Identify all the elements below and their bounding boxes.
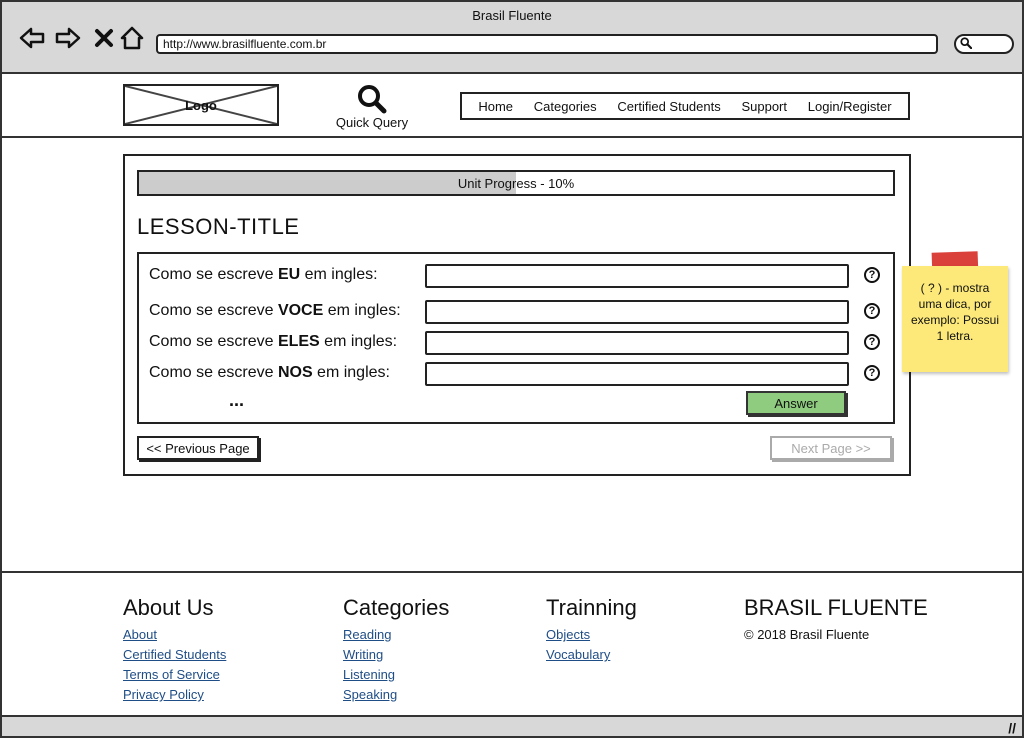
footer-brand-column: BRASIL FLUENTE © 2018 Brasil Fluente [744,595,928,642]
footer-heading-categories: Categories [343,595,450,620]
footer-heading-training: Trainning [546,595,637,620]
progress-label: Unit Progress - 10% [457,175,575,191]
help-icon[interactable]: ? [864,334,880,350]
search-icon [358,85,387,114]
logo-placeholder[interactable]: Logo [123,84,279,126]
main-menu: Home Categories Certified Students Suppo… [460,92,910,120]
answer-input-eu[interactable] [425,264,849,288]
menu-item-home[interactable]: Home [478,99,513,114]
help-icon[interactable]: ? [864,365,880,381]
lesson-panel: Unit Progress - 10% LESSON-TITLE Como se… [123,154,911,476]
footer-link-terms[interactable]: Terms of Service [123,667,226,682]
answer-input-voce[interactable] [425,300,849,324]
question-label: Como se escreve EU em ingles: [149,266,378,283]
footer-about-column: About Us About Certified Students Terms … [123,595,226,707]
sticky-note: ( ? ) - mostra uma dica, por exemplo: Po… [902,266,1008,372]
arrow-left-icon[interactable] [18,24,46,52]
answer-input-nos[interactable] [425,362,849,386]
footer-link-reading[interactable]: Reading [343,627,449,642]
footer-link-listening[interactable]: Listening [343,667,449,682]
answer-button[interactable]: Answer [746,391,846,415]
browser-window: Brasil Fluente http://www.brasilfluente.… [0,0,1024,738]
footer-link-objects[interactable]: Objects [546,627,637,642]
question-row: Como se escreve VOCE em ingles: ? [139,300,893,328]
help-icon[interactable]: ? [864,303,880,319]
menu-item-categories[interactable]: Categories [534,99,597,114]
footer-link-vocabulary[interactable]: Vocabulary [546,647,637,662]
footer-link-writing[interactable]: Writing [343,647,449,662]
footer-link-speaking[interactable]: Speaking [343,687,449,702]
menu-item-support[interactable]: Support [741,99,787,114]
lesson-title: LESSON-TITLE [137,214,300,239]
footer-categories-column: Categories Reading Writing Listening Spe… [343,595,449,707]
copyright-text: © 2018 Brasil Fluente [744,627,870,642]
browser-chrome: Brasil Fluente http://www.brasilfluente.… [2,2,1022,74]
browser-search-box[interactable] [954,34,1014,54]
url-bar[interactable]: http://www.brasilfluente.com.br [156,34,938,54]
footer-training-column: Trainning Objects Vocabulary [546,595,637,667]
footer-link-certified-students[interactable]: Certified Students [123,647,226,662]
footer-brand-heading: BRASIL FLUENTE [744,595,928,620]
question-row: Como se escreve NOS em ingles: ? [139,362,893,390]
question-box: Como se escreve EU em ingles: ? Como se … [137,252,895,424]
question-label: Como se escreve NOS em ingles: [149,364,390,381]
site-footer: About Us About Certified Students Terms … [2,571,1022,715]
more-questions-indicator: ... [229,390,245,410]
close-icon[interactable] [90,24,118,52]
status-bar: // [2,715,1022,736]
help-icon[interactable]: ? [864,267,880,283]
question-label: Como se escreve VOCE em ingles: [149,302,401,319]
question-row: Como se escreve EU em ingles: ? [139,264,893,292]
resize-grip-icon[interactable]: // [1008,720,1016,736]
search-icon [960,37,972,49]
menu-item-certified-students[interactable]: Certified Students [617,99,720,114]
previous-page-button[interactable]: << Previous Page [137,436,259,460]
quick-query-button[interactable]: Quick Query [332,84,412,130]
unit-progress-bar: Unit Progress - 10% [137,170,895,196]
footer-link-privacy[interactable]: Privacy Policy [123,687,226,702]
window-title: Brasil Fluente [472,8,552,23]
next-page-button[interactable]: Next Page >> [770,436,892,460]
quick-query-label: Quick Query [335,115,409,130]
logo-text: Logo [185,97,217,113]
arrow-right-icon[interactable] [54,24,82,52]
question-label: Como se escreve ELES em ingles: [149,333,398,350]
footer-link-about[interactable]: About [123,627,226,642]
menu-item-login-register[interactable]: Login/Register [808,99,892,114]
site-header: Logo Quick Query Home Categories Certifi… [2,74,1022,138]
question-row: Como se escreve ELES em ingles: ? [139,331,893,359]
footer-heading-about: About Us [123,595,214,620]
home-icon[interactable] [118,24,146,52]
answer-input-eles[interactable] [425,331,849,355]
